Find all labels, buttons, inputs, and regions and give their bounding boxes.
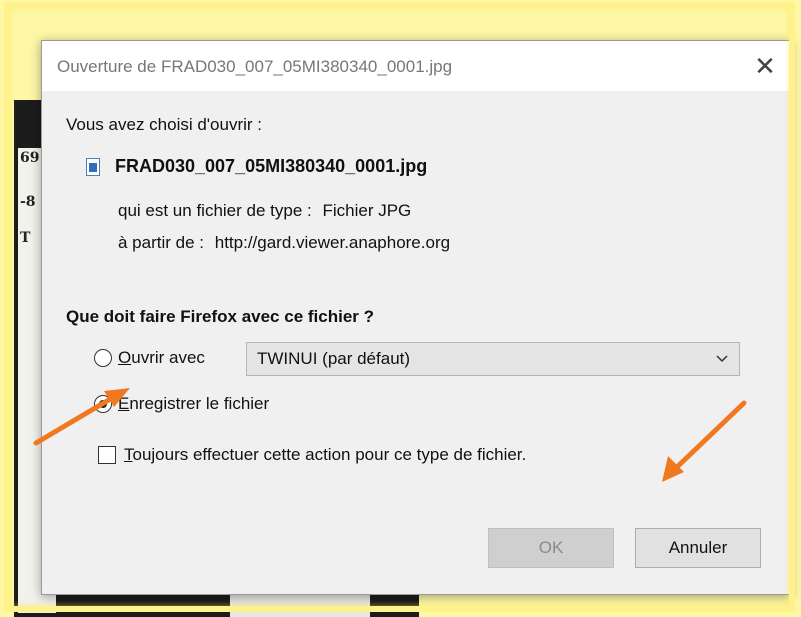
ok-button[interactable]: OK bbox=[488, 528, 614, 568]
image-file-icon bbox=[86, 157, 100, 176]
open-file-dialog: Ouverture de FRAD030_007_05MI380340_0001… bbox=[41, 40, 791, 595]
selected-app: TWINUI (par défaut) bbox=[257, 349, 411, 368]
always-do-label[interactable]: Toujours effectuer cette action pour ce … bbox=[124, 445, 526, 465]
open-with-app-select[interactable]: TWINUI (par défaut) bbox=[246, 342, 740, 376]
source-url: http://gard.viewer.anaphore.org bbox=[214, 233, 451, 252]
always-do-checkbox[interactable] bbox=[98, 446, 116, 464]
open-with-label[interactable]: Ouvrir avec bbox=[118, 348, 205, 368]
file-name: FRAD030_007_05MI380340_0001.jpg bbox=[115, 156, 428, 176]
open-with-option[interactable]: Ouvrir avec bbox=[94, 348, 205, 368]
close-button[interactable]: ✕ bbox=[740, 41, 790, 91]
file-type-value: Fichier JPG bbox=[322, 201, 412, 220]
source-label: à partir de : bbox=[118, 233, 204, 252]
source-row: à partir de : http://gard.viewer.anaphor… bbox=[118, 233, 450, 253]
intro-text: Vous avez choisi d'ouvrir : bbox=[66, 115, 263, 134]
dialog-title: Ouverture de FRAD030_007_05MI380340_0001… bbox=[57, 57, 453, 76]
dialog-titlebar: Ouverture de FRAD030_007_05MI380340_0001… bbox=[42, 41, 790, 91]
open-with-radio[interactable] bbox=[94, 349, 112, 367]
save-file-label[interactable]: Enregistrer le fichier bbox=[118, 394, 269, 414]
file-type-label: qui est un fichier de type : bbox=[118, 201, 312, 220]
cancel-button[interactable]: Annuler bbox=[635, 528, 761, 568]
action-question: Que doit faire Firefox avec ce fichier ? bbox=[66, 307, 374, 326]
close-icon: ✕ bbox=[754, 50, 776, 81]
save-file-radio[interactable] bbox=[94, 395, 112, 413]
save-file-option[interactable]: Enregistrer le fichier bbox=[94, 394, 269, 414]
chevron-down-icon bbox=[716, 355, 728, 363]
file-type-row: qui est un fichier de type : Fichier JPG bbox=[118, 201, 411, 221]
file-info-row: FRAD030_007_05MI380340_0001.jpg bbox=[86, 156, 427, 177]
always-do-option[interactable]: Toujours effectuer cette action pour ce … bbox=[98, 445, 526, 465]
